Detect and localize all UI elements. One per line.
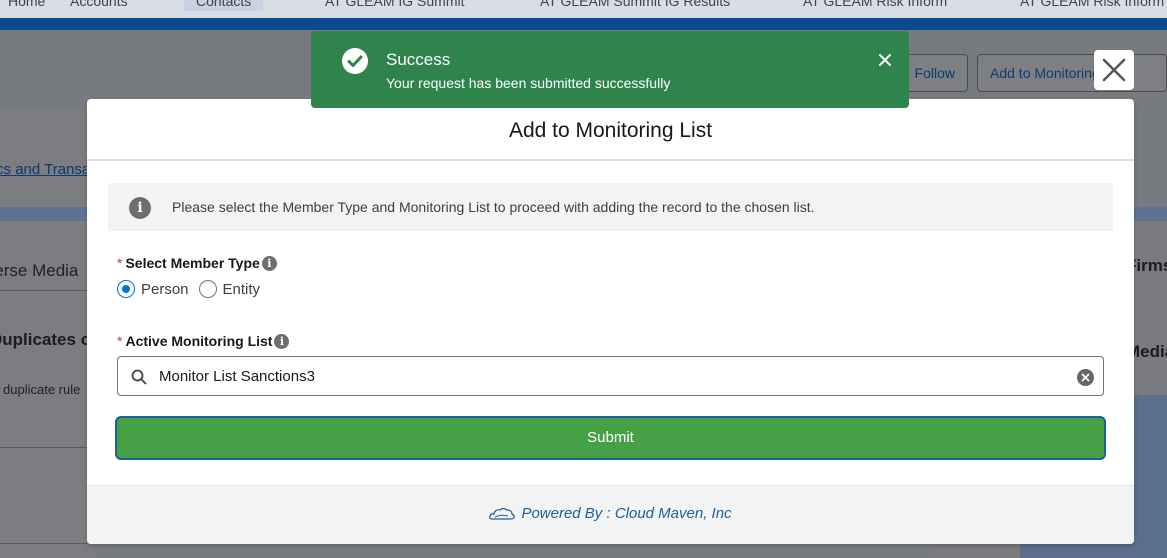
modal-header: Add to Monitoring List	[87, 99, 1134, 161]
app-nav-bar: Home Accounts Contacts AT GLEAM IG Summi…	[0, 0, 1167, 18]
duplicates-heading: Duplicates of	[0, 330, 87, 349]
add-to-monitoring-list-button[interactable]: Add to Monitoring List	[977, 54, 1167, 92]
monitoring-list-label: * Active Monitoring List i	[117, 333, 290, 349]
powered-by: Powered By : Cloud Maven, Inc	[87, 505, 1134, 525]
modal-title: Add to Monitoring List	[508, 119, 713, 142]
header-band	[0, 18, 1167, 30]
monitoring-list-label-text: Active Monitoring List	[125, 333, 273, 349]
close-icon	[1102, 58, 1126, 82]
member-type-label-text: Select Member Type	[125, 255, 260, 271]
close-icon[interactable]	[878, 51, 892, 71]
success-toast: Success Your request has been submitted …	[311, 31, 909, 108]
adverse-media-tab[interactable]: Adverse Media	[0, 261, 87, 281]
section-divider-2	[0, 543, 87, 544]
left-tab-stripe	[0, 207, 95, 221]
powered-by-text: Powered By : Cloud Maven, Inc	[521, 505, 732, 522]
tab-divider	[0, 290, 87, 291]
member-type-label: * Select Member Type i	[117, 255, 277, 271]
radio-entity[interactable]	[198, 280, 217, 298]
cloud-icon	[489, 507, 516, 525]
radio-person[interactable]	[117, 280, 135, 298]
nav-tab-contacts[interactable]: Contacts	[184, 0, 264, 11]
monitoring-list-lookup[interactable]: Monitor List Sanctions3	[117, 356, 1104, 396]
help-icon[interactable]: i	[274, 334, 290, 349]
required-marker: *	[117, 255, 123, 271]
info-icon: i	[129, 197, 151, 219]
help-icon[interactable]: i	[261, 256, 277, 271]
firms-heading: Firms	[1134, 256, 1167, 275]
clear-icon[interactable]	[1077, 369, 1094, 386]
nav-tab-home[interactable]: Home	[8, 0, 45, 9]
submit-button[interactable]: Submit	[115, 416, 1106, 460]
nav-tab-risk-inform-2[interactable]: AT GLEAM Risk Inform	[1020, 0, 1164, 9]
nav-tab-ig-summit[interactable]: AT GLEAM IG Summit	[325, 0, 465, 9]
section-divider	[0, 447, 87, 448]
member-type-radio-group: Person Entity	[117, 280, 270, 302]
right-tab-stripe	[1134, 207, 1167, 221]
toast-message: Your request has been submitted successf…	[386, 75, 671, 91]
monitoring-list-value[interactable]: Monitor List Sanctions3	[159, 368, 315, 385]
search-icon	[131, 369, 147, 385]
radio-entity-label[interactable]: Entity	[223, 281, 261, 298]
nav-tab-accounts[interactable]: Accounts	[70, 0, 128, 9]
radio-person-label[interactable]: Person	[141, 281, 189, 298]
info-text: Please select the Member Type and Monito…	[172, 199, 815, 215]
duplicate-rule-text: The duplicate rule	[0, 382, 81, 397]
analytics-link[interactable]: Analytics and Transactions	[0, 161, 87, 178]
modal-close-button[interactable]	[1094, 50, 1134, 90]
add-to-monitoring-modal: Add to Monitoring List i Please select t…	[87, 99, 1134, 544]
required-marker: *	[117, 333, 123, 349]
modal-footer: Powered By : Cloud Maven, Inc	[87, 485, 1134, 544]
toast-title: Success	[386, 50, 451, 69]
info-banner: i Please select the Member Type and Moni…	[108, 183, 1113, 231]
media-heading: Media	[1134, 342, 1167, 361]
nav-tab-risk-inform[interactable]: AT GLEAM Risk Inform	[803, 0, 947, 9]
nav-tab-ig-results[interactable]: AT GLEAM Summit IG Results	[540, 0, 730, 9]
check-circle-icon	[342, 48, 368, 74]
